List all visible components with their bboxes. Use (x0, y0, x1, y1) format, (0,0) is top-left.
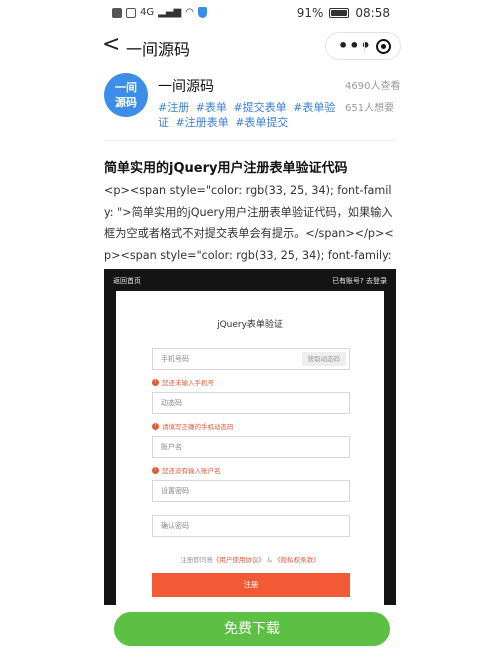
confirm-placeholder: 确认密码 (161, 522, 189, 530)
battery-icon (329, 8, 350, 18)
preview-account-error: ! 您还没有输入账户名 (152, 465, 221, 475)
wifi-icon: ◠ (185, 7, 194, 18)
tag[interactable]: #表单 (196, 101, 227, 114)
view-count: 4690人查看 (345, 81, 401, 92)
error-icon: ! (152, 422, 159, 430)
app-name: 一间源码 (158, 79, 214, 95)
preview-account-field: 账户名 (152, 436, 350, 458)
mini-program-capsule: ••• (325, 32, 401, 60)
code-placeholder: 动态码 (161, 399, 182, 407)
battery-percent: 91% (296, 6, 324, 20)
close-target-icon[interactable] (376, 39, 391, 54)
error-icon: ! (152, 466, 159, 474)
agree-prefix: 注册即同意 (180, 556, 213, 564)
logo-line-2: 源码 (115, 96, 137, 109)
agree-and: & (266, 556, 273, 564)
capsule-divider (364, 40, 365, 54)
preview-code-field: 动态码 (152, 392, 350, 414)
preview-form-card: jQuery表单验证 手机号码 获取动态码 ! 您还未输入手机号 动态码 ! 请… (116, 291, 384, 605)
notification-icon (112, 7, 122, 18)
preview-phone-field: 手机号码 获取动态码 (152, 348, 350, 370)
want-count: 651人想要 (345, 103, 395, 114)
preview-login-link: 已有账号? 去登录 (332, 277, 387, 285)
tag[interactable]: #注册表单 (176, 116, 229, 129)
tag[interactable]: #表单提交 (235, 116, 288, 129)
preview-agreement: 注册即同意《用户使用协议》 & 《隐私权条款》 (116, 554, 384, 564)
signal-label: 4G (140, 7, 155, 18)
preview-form-title: jQuery表单验证 (217, 320, 283, 330)
preview-password-field: 设置密码 (152, 480, 350, 502)
agree-link-terms: 《用户使用协议》 (212, 556, 265, 564)
shield-icon (197, 7, 207, 18)
account-placeholder: 账户名 (161, 443, 182, 451)
tag-list: #注册 #表单 #提交表单 #表单验证 #注册表单 #表单提交 (158, 100, 338, 130)
preview-confirm-field: 确认密码 (152, 515, 350, 537)
agree-link-privacy: 《隐私权条款》 (274, 556, 320, 564)
error-icon: ! (152, 378, 159, 386)
tag[interactable]: #提交表单 (233, 101, 286, 114)
preview-back-link: 返回首页 (113, 277, 141, 285)
error-text: 您还未输入手机号 (162, 379, 214, 387)
clock: 08:58 (355, 6, 390, 20)
preview-phone-error: ! 您还未输入手机号 (152, 377, 214, 387)
divider (104, 140, 396, 141)
preview-code-button: 获取动态码 (301, 352, 346, 366)
password-placeholder: 设置密码 (161, 487, 189, 495)
app-icon (126, 7, 136, 18)
preview-register-button: 注册 (152, 573, 350, 597)
app-logo: 一间 源码 (104, 73, 148, 117)
page-title: 一间源码 (126, 40, 191, 59)
preview-topbar: 返回首页 已有账号? 去登录 (104, 269, 396, 291)
signal-icon: ▂▄▆ (158, 7, 182, 18)
free-download-button[interactable]: 免费下载 (114, 612, 390, 646)
preview-image: 返回首页 已有账号? 去登录 jQuery表单验证 手机号码 获取动态码 ! 您… (104, 269, 396, 605)
more-icon[interactable]: ••• (338, 36, 372, 55)
tag[interactable]: #注册 (158, 101, 189, 114)
phone-placeholder: 手机号码 (161, 355, 189, 363)
logo-line-1: 一间 (115, 81, 137, 94)
error-text: 您还没有输入账户名 (162, 467, 221, 475)
back-icon[interactable]: < (102, 34, 120, 56)
status-bar: 4G ▂▄▆ ◠ 91% 08:58 (0, 0, 500, 28)
error-text: 请填写正确的手机动态码 (162, 423, 234, 431)
nav-bar: < 一间源码 ••• (0, 28, 500, 64)
article-heading: 简单实用的jQuery用户注册表单验证代码 (104, 161, 348, 176)
preview-code-error: ! 请填写正确的手机动态码 (152, 421, 234, 431)
